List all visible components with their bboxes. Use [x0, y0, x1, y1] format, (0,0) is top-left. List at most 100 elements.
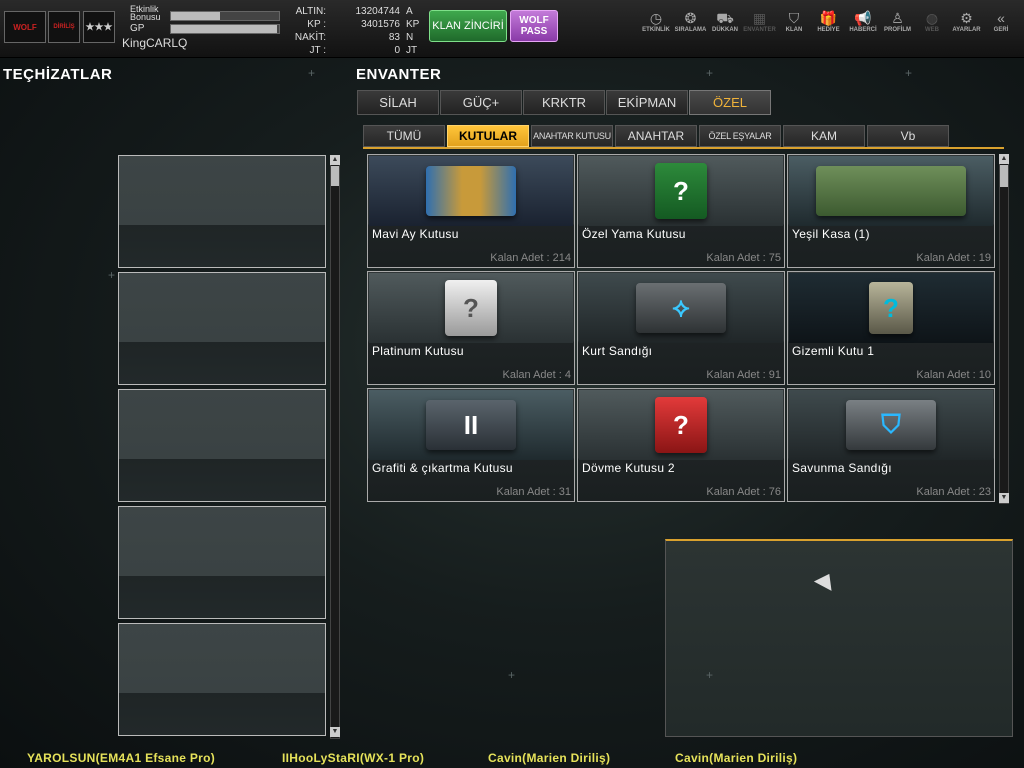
nav-label: AYARLAR	[952, 27, 981, 33]
subtab-0[interactable]: TÜMÜ	[363, 125, 445, 147]
nav-profi̇lm[interactable]: ♙ PROFİLM	[880, 10, 916, 34]
item-box-icon: II	[426, 400, 516, 450]
scroll-down-icon[interactable]: ▼	[330, 727, 340, 737]
item-image	[369, 156, 573, 226]
player-name[interactable]: IIHooLyStaRI(WX-1 Pro)	[282, 751, 424, 765]
inventory-item-card[interactable]: ? Özel Yama Kutusu Kalan Adet : 75	[577, 154, 785, 268]
player-name[interactable]: YAROLSUN(EM4A1 Efsane Pro)	[27, 751, 215, 765]
equipment-slot[interactable]	[118, 389, 326, 502]
scroll-down-icon[interactable]: ▼	[999, 493, 1009, 503]
tab-4[interactable]: ÖZEL	[689, 90, 771, 115]
wolf-pass-line1: WOLF	[519, 15, 549, 26]
username: KingCARLQ	[122, 36, 188, 50]
profile-icon: ♙	[891, 10, 904, 26]
nav-label: KLAN	[785, 27, 803, 33]
tab-0[interactable]: SİLAH	[357, 90, 439, 115]
scroll-up-icon[interactable]: ▲	[330, 155, 340, 165]
plus-mark: +	[706, 668, 714, 682]
currency-value: 3401576	[361, 19, 400, 30]
nav-haberci̇[interactable]: 📢 HABERCİ	[845, 10, 881, 34]
item-detail-panel	[665, 539, 1013, 737]
nav-label: ETKİNLİK	[642, 27, 670, 33]
item-box-icon: ⛉	[846, 400, 936, 450]
item-image	[789, 156, 993, 226]
item-remaining-count: Kalan Adet : 4	[502, 369, 572, 381]
inventory-item-card[interactable]: ⟡ Kurt Sandığı Kalan Adet : 91	[577, 271, 785, 385]
tab-1[interactable]: GÜÇ+	[440, 90, 522, 115]
item-name: Kurt Sandığı	[582, 344, 653, 358]
item-remaining-count: Kalan Adet : 10	[916, 369, 991, 381]
equipment-slot[interactable]	[118, 155, 326, 268]
subtab-2[interactable]: ANAHTAR KUTUSU	[531, 125, 613, 147]
subtab-4[interactable]: ÖZEL EŞYALAR	[699, 125, 781, 147]
nav-hedi̇ye[interactable]: 🎁 HEDİYE	[811, 10, 847, 34]
nav-label: GERİ	[993, 27, 1009, 33]
wolf-pass-line2: PASS	[520, 26, 548, 37]
nav-dükkan[interactable]: ⛟ DÜKKAN	[707, 10, 743, 34]
inventory-item-card[interactable]: ? Platinum Kutusu Kalan Adet : 4	[367, 271, 575, 385]
currency-label: JT :	[309, 45, 326, 56]
wolf-pass-button[interactable]: WOLF PASS	[510, 10, 558, 42]
item-name: Yeşil Kasa (1)	[792, 227, 870, 241]
currency-label: ALTIN:	[295, 6, 326, 17]
inventory-item-card[interactable]: Yeşil Kasa (1) Kalan Adet : 19	[787, 154, 995, 268]
inventory-item-card[interactable]: II Grafiti & çıkartma Kutusu Kalan Adet : …	[367, 388, 575, 502]
nav-label: SIRALAMA	[674, 27, 707, 33]
item-name: Platinum Kutusu	[372, 344, 464, 358]
plus-mark: +	[508, 668, 516, 682]
item-image: ⛉	[789, 390, 993, 460]
inventory-item-card[interactable]: ? Gizemli Kutu 1 Kalan Adet : 10	[787, 271, 995, 385]
player-name[interactable]: Cavin(Marien Diriliş)	[488, 751, 610, 765]
item-box-icon	[816, 166, 966, 216]
item-image: ?	[579, 156, 783, 226]
subtab-5[interactable]: KAM	[783, 125, 865, 147]
item-remaining-count: Kalan Adet : 23	[916, 486, 991, 498]
item-name: Grafiti & çıkartma Kutusu	[372, 461, 513, 475]
inventory-item-card[interactable]: ⛉ Savunma Sandığı Kalan Adet : 23	[787, 388, 995, 502]
nav-etki̇nli̇k[interactable]: ◷ ETKİNLİK	[638, 10, 674, 34]
inventory-scrollbar[interactable]	[999, 154, 1009, 504]
currency-label: NAKİT:	[294, 32, 326, 43]
subtab-6[interactable]: Vb	[867, 125, 949, 147]
nav-envanter[interactable]: ▦ ENVANTER	[742, 10, 778, 34]
nav-web[interactable]: ◍ WEB	[914, 10, 950, 34]
inventory-item-card[interactable]: Mavi Ay Kutusu Kalan Adet : 214	[367, 154, 575, 268]
equipment-slot[interactable]	[118, 623, 326, 736]
currency-unit: N	[406, 32, 414, 43]
item-box-icon: ?	[655, 397, 707, 453]
plus-mark: +	[108, 268, 116, 282]
subtab-divider	[363, 147, 1004, 149]
currency-label: KP :	[307, 19, 326, 30]
medal-icon: ❂	[684, 10, 697, 26]
item-box-icon: ⟡	[636, 283, 726, 333]
nav-label: HEDİYE	[817, 27, 840, 33]
item-remaining-count: Kalan Adet : 31	[496, 486, 571, 498]
gift-icon: 🎁	[819, 10, 838, 26]
inventory-item-card[interactable]: ? Dövme Kutusu 2 Kalan Adet : 76	[577, 388, 785, 502]
currency-value: 0	[394, 45, 400, 56]
gp-label: GP	[130, 23, 145, 34]
item-name: Gizemli Kutu 1	[792, 344, 875, 358]
nav-geri̇[interactable]: «GERİ	[983, 10, 1019, 34]
globe-icon: ◍	[925, 10, 939, 26]
equipment-slot[interactable]	[118, 506, 326, 619]
plus-mark: +	[706, 66, 714, 80]
nav-ayarlar[interactable]: ⚙ AYARLAR	[949, 10, 985, 34]
tab-2[interactable]: KRKTR	[523, 90, 605, 115]
tab-3[interactable]: EKİPMAN	[606, 90, 688, 115]
equipment-scroll-thumb[interactable]	[331, 166, 339, 186]
subtab-1[interactable]: KUTULAR	[447, 125, 529, 147]
clan-chain-button[interactable]: KLAN ZİNCİRİ	[429, 10, 507, 42]
subtab-3[interactable]: ANAHTAR	[615, 125, 697, 147]
item-image: ?	[369, 273, 573, 343]
equipment-slot[interactable]	[118, 272, 326, 385]
nav-siralama[interactable]: ❂ SIRALAMA	[673, 10, 709, 34]
inventory-title: ENVANTER	[356, 66, 442, 83]
item-image: ?	[579, 390, 783, 460]
player-name[interactable]: Cavin(Marien Diriliş)	[675, 751, 797, 765]
nav-klan[interactable]: ⛉ KLAN	[776, 10, 812, 34]
currency-unit: JT	[406, 45, 418, 56]
inventory-scroll-thumb[interactable]	[1000, 165, 1008, 187]
scroll-up-icon[interactable]: ▲	[999, 154, 1009, 164]
equipment-scrollbar[interactable]	[330, 155, 340, 739]
